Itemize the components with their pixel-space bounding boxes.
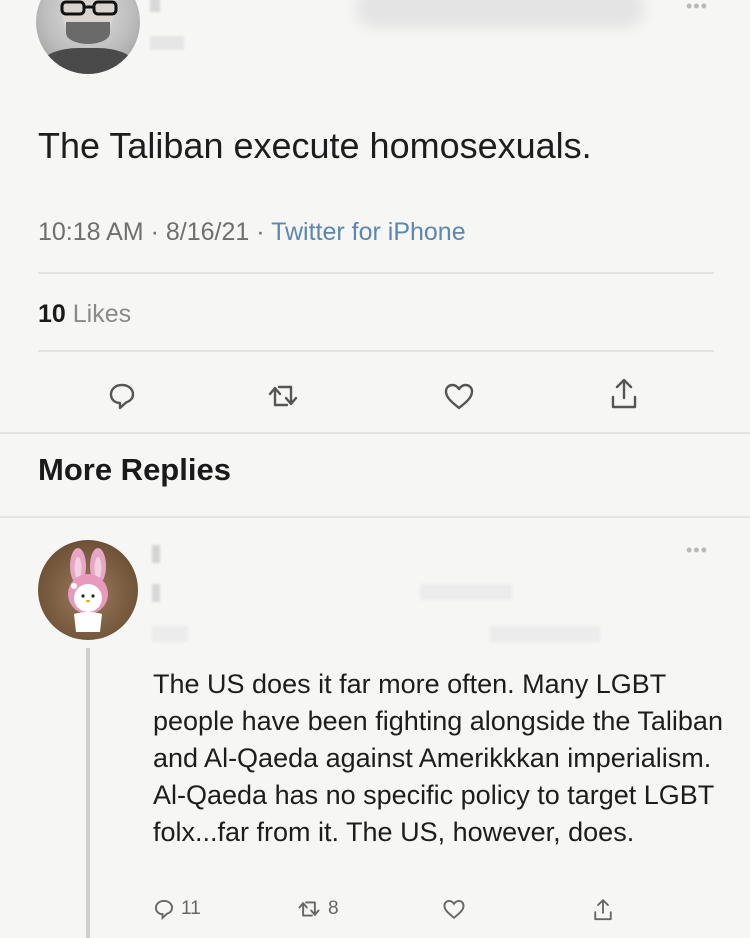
redacted-author-name: [355, 0, 645, 28]
author-avatar[interactable]: [36, 0, 140, 74]
reply-more-icon[interactable]: •••: [686, 540, 708, 561]
redacted-handle: [150, 36, 184, 50]
reply-like-button[interactable]: [442, 898, 466, 920]
like-button[interactable]: [441, 378, 477, 414]
tweet-time: 10:18 AM: [38, 218, 144, 246]
redacted-reply-handle: [152, 584, 160, 602]
tweet-text: The Taliban execute homosexuals.: [38, 125, 592, 166]
reply-bubble-icon: [109, 383, 135, 410]
divider: [38, 350, 714, 352]
likes-number: 10: [38, 300, 66, 328]
redacted-reply-fragment: [420, 584, 512, 600]
retweet-icon: [268, 385, 298, 407]
redacted-reply-name: [152, 545, 160, 563]
share-button[interactable]: [606, 376, 642, 412]
divider: [0, 432, 750, 434]
divider: [0, 516, 750, 518]
tweet-more-icon[interactable]: •••: [686, 0, 708, 17]
reply-count: 11: [181, 898, 201, 919]
reply-button[interactable]: [104, 378, 140, 414]
share-icon: [594, 899, 612, 921]
reply-share-button[interactable]: [592, 898, 614, 922]
retweet-count: 8: [328, 898, 339, 919]
reply-author-avatar[interactable]: [38, 540, 138, 640]
likes-count[interactable]: 10 Likes: [38, 300, 131, 329]
reply-bubble-icon: [154, 899, 174, 920]
redacted-name-fragment: [150, 0, 160, 12]
likes-label: Likes: [72, 300, 132, 328]
reply-reply-button[interactable]: 11: [153, 898, 201, 920]
heart-icon: [444, 383, 474, 410]
reply-retweet-button[interactable]: 8: [296, 898, 339, 920]
divider: [38, 272, 714, 274]
tweet-source-link[interactable]: Twitter for iPhone: [271, 218, 466, 246]
tweet-date: 8/16/21: [165, 218, 250, 246]
redacted-replying-to: [152, 626, 188, 642]
heart-icon: [443, 899, 465, 920]
retweet-button[interactable]: [265, 378, 301, 414]
tweet-meta: 10:18 AM · 8/16/21 · Twitter for iPhone: [38, 218, 466, 246]
bunny-character-icon: [68, 548, 108, 632]
redacted-replying-to-fragment: [490, 626, 600, 642]
share-icon: [611, 378, 637, 409]
reply-text: The US does it far more often. Many LGBT…: [153, 669, 723, 847]
more-replies-heading: More Replies: [38, 452, 231, 487]
thread-line: [86, 648, 90, 938]
retweet-icon: [298, 901, 320, 917]
